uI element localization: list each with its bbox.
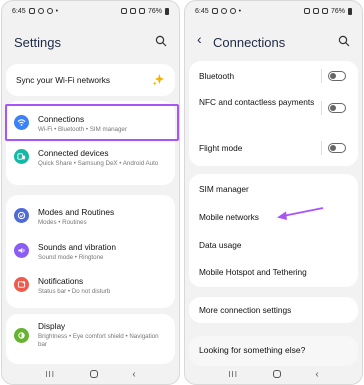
settings-item-sounds-vibration[interactable]: Sounds and vibration Sound mode • Ringto… (6, 237, 175, 267)
flight-mode-label: Flight mode (199, 143, 243, 153)
signal-icon (138, 8, 145, 14)
divider (321, 141, 322, 155)
modes-routines-icon (14, 208, 29, 223)
whatsapp-icon (229, 8, 236, 14)
whatsapp-icon (37, 8, 44, 14)
menu-item-data-usage[interactable]: Data usage (189, 234, 358, 256)
status-time: 6:45 (195, 7, 209, 15)
item-subtitle: Quick Share • Samsung DeX • Android Auto (38, 160, 159, 167)
page-title: Settings (14, 35, 61, 50)
back-arrow-icon[interactable]: ‹ (197, 31, 202, 47)
nfc-toggle[interactable] (328, 103, 346, 113)
item-subtitle: Brightness • Eye comfort shield • Naviga… (38, 333, 159, 348)
speaker-icon (14, 243, 29, 258)
menu-item-label: Mobile networks (199, 212, 259, 222)
menu-item-label: Data usage (199, 240, 242, 250)
modes-group-card: Modes and Routines Modes • Routines Soun… (6, 195, 175, 308)
signal-icon (321, 8, 328, 14)
more-settings-label: More connection settings (199, 305, 292, 315)
item-title: Connected devices (38, 148, 109, 158)
item-subtitle: Sound mode • Ringtone (38, 254, 104, 261)
divider (321, 101, 322, 115)
item-subtitle: Status bar • Do not disturb (38, 288, 111, 295)
divider (321, 69, 322, 83)
search-icon[interactable] (338, 35, 350, 47)
menu-item-mobile-networks[interactable]: Mobile networks (189, 206, 358, 228)
battery-icon (348, 7, 352, 15)
menu-item-sim-manager[interactable]: SIM manager (189, 178, 358, 200)
connections-menu-card: SIM manager Mobile networks Data usage M… (189, 174, 358, 287)
display-group-card: Display Brightness • Eye comfort shield … (6, 314, 175, 364)
notification-icon (211, 8, 218, 14)
looking-label: Looking for something else? (199, 345, 306, 355)
battery-icon (165, 7, 169, 15)
whatsapp-icon (46, 8, 53, 14)
nfc-row[interactable]: NFC and contactless payments (189, 91, 358, 125)
back-nav-icon[interactable]: ‹ (132, 369, 135, 380)
looking-card[interactable]: Looking for something else? (189, 336, 358, 366)
item-subtitle: Modes • Routines (38, 219, 87, 226)
menu-item-label: Mobile Hotspot and Tethering (199, 267, 307, 277)
bluetooth-toggle[interactable] (328, 71, 346, 81)
item-title: Display (38, 321, 66, 331)
sync-wifi-label: Sync your Wi-Fi networks (16, 75, 111, 85)
settings-item-notifications[interactable]: Notifications Status bar • Do not distur… (6, 271, 175, 301)
home-icon[interactable] (89, 370, 98, 378)
settings-item-display[interactable]: Display Brightness • Eye comfort shield … (6, 318, 175, 358)
notification-icon (28, 8, 35, 14)
battery-text: 76% (330, 7, 345, 15)
highlight-box (5, 104, 179, 141)
recents-icon[interactable]: III (228, 370, 238, 379)
flight-mode-toggle[interactable] (328, 143, 346, 153)
status-bar: 6:45 • 76% (185, 1, 362, 21)
back-nav-icon[interactable]: ‹ (315, 369, 318, 380)
sync-wifi-card[interactable]: Sync your Wi-Fi networks (6, 64, 175, 96)
display-icon (14, 328, 29, 343)
notifications-icon (14, 277, 29, 292)
item-title: Sounds and vibration (38, 242, 116, 252)
nfc-label: NFC and contactless payments (199, 97, 315, 107)
sparkle-icon (152, 73, 165, 86)
connected-devices-icon (14, 149, 29, 164)
whatsapp-icon (220, 8, 227, 14)
bluetooth-label: Bluetooth (199, 71, 235, 81)
menu-item-label: SIM manager (199, 184, 249, 194)
page-title: Connections (213, 35, 286, 50)
settings-item-modes-routines[interactable]: Modes and Routines Modes • Routines (6, 201, 175, 231)
navigation-bar: III ‹ (2, 364, 179, 384)
toggles-card: Bluetooth NFC and contactless payments F… (189, 61, 358, 166)
settings-screen: 6:45 • 76% Settings Sync your Wi-Fi netw… (1, 0, 180, 385)
menu-item-mobile-hotspot[interactable]: Mobile Hotspot and Tethering (189, 262, 358, 284)
status-bar: 6:45 • 76% (2, 1, 179, 21)
alarm-icon (120, 8, 127, 14)
more-icon: • (238, 7, 242, 15)
bluetooth-row[interactable]: Bluetooth (189, 65, 358, 87)
recents-icon[interactable]: III (45, 370, 55, 379)
alarm-icon (303, 8, 310, 14)
wifi-icon (312, 8, 319, 14)
more-icon: • (55, 7, 59, 15)
settings-item-connected-devices[interactable]: Connected devices Quick Share • Samsung … (6, 143, 175, 183)
connections-screen: 6:45 • 76% ‹ Connections Bluetooth NFC a… (184, 0, 363, 385)
arrow-annotation-icon (277, 207, 324, 220)
item-title: Notifications (38, 276, 84, 286)
item-title: Modes and Routines (38, 207, 115, 217)
more-settings-card[interactable]: More connection settings (189, 297, 358, 323)
status-time: 6:45 (12, 7, 26, 15)
battery-text: 76% (147, 7, 162, 15)
search-icon[interactable] (155, 35, 167, 47)
home-icon[interactable] (272, 370, 281, 378)
flight-mode-row[interactable]: Flight mode (189, 137, 358, 159)
wifi-icon (129, 8, 136, 14)
navigation-bar: III ‹ (185, 364, 362, 384)
